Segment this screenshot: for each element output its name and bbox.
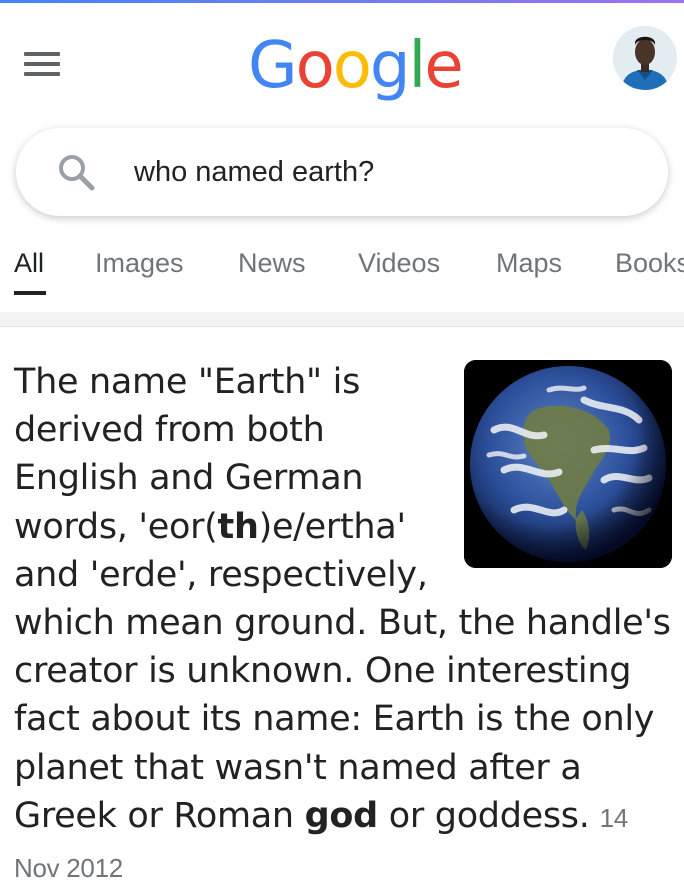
search-tabs: All Images News Videos Maps Books [0,240,684,300]
featured-snippet: The name "Earth" is derived from both En… [14,358,674,892]
menu-bar [24,62,60,66]
tab-videos[interactable]: Videos [358,248,440,279]
active-tab-indicator [14,291,46,295]
answer-text: or goddess. [377,795,590,836]
hamburger-menu-icon[interactable] [24,52,60,76]
earth-globe-image[interactable] [464,360,672,568]
earth-globe-icon [464,360,672,568]
section-divider [0,312,684,327]
search-input[interactable] [134,154,614,190]
search-icon[interactable] [56,152,96,192]
tab-images[interactable]: Images [95,248,184,279]
tab-news[interactable]: News [238,248,306,279]
search-bar[interactable] [16,128,668,216]
menu-bar [24,52,60,56]
menu-bar [24,72,60,76]
tab-books[interactable]: Books [615,248,684,279]
user-avatar[interactable] [613,26,677,90]
answer-bold-god: god [304,795,379,836]
answer-bold-th: th [217,506,259,547]
google-logo[interactable]: Google [248,24,464,108]
top-accent-line [0,0,684,3]
tab-all[interactable]: All [14,248,44,279]
tab-maps[interactable]: Maps [496,248,562,279]
avatar-photo-icon [613,26,677,90]
